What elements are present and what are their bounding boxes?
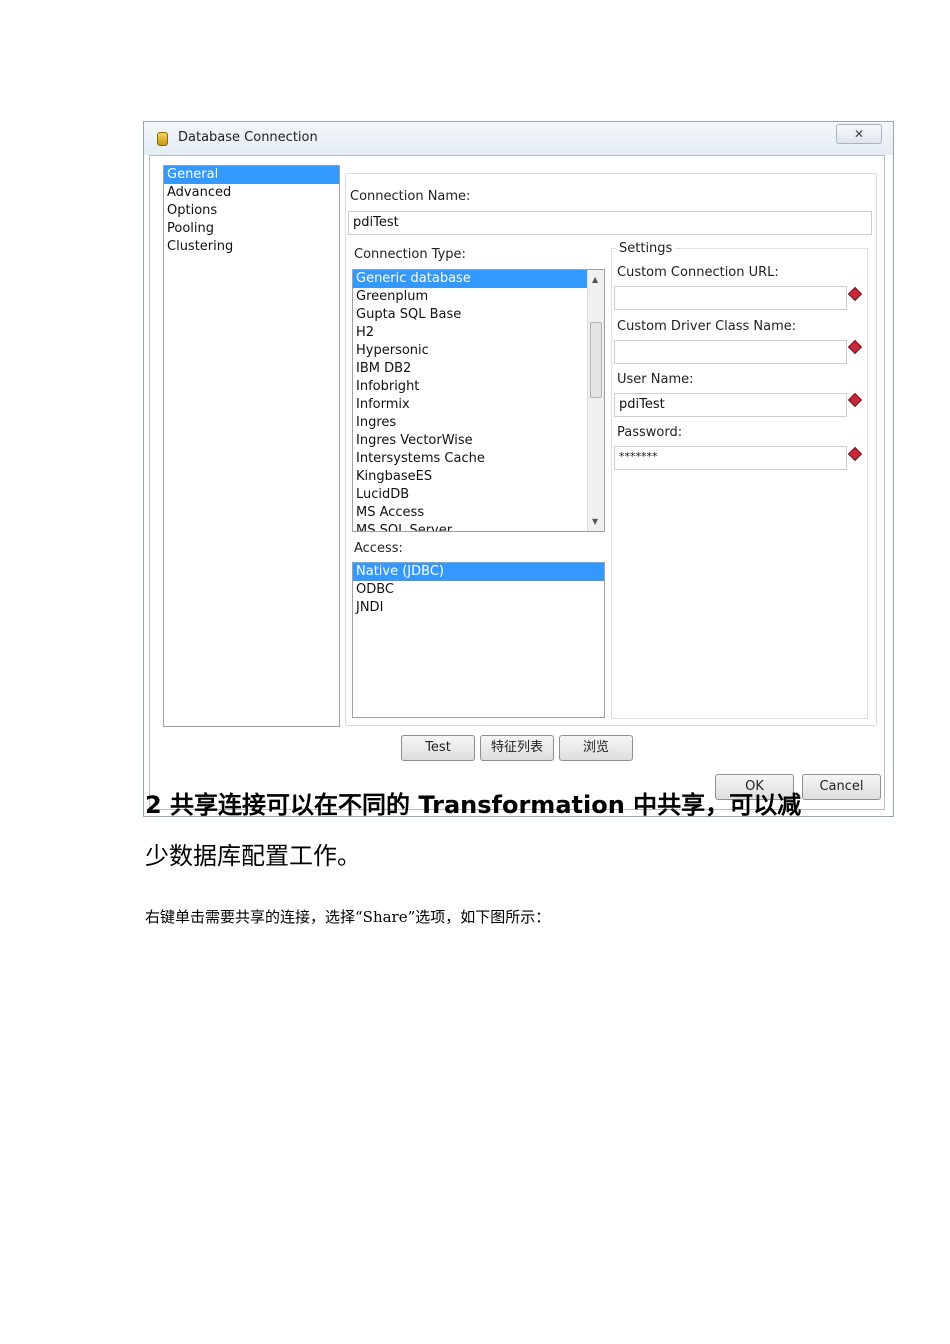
access-type-item[interactable]: Native (JDBC) <box>353 563 604 581</box>
category-item[interactable]: Advanced <box>164 184 339 202</box>
category-list[interactable]: General Advanced Options Pooling Clustering <box>163 165 340 727</box>
access-type-item[interactable]: ODBC <box>353 581 604 599</box>
section-heading-line1: 2 共享连接可以在不同的 Transformation 中共享，可以减 <box>145 791 802 819</box>
connection-type-item[interactable]: H2 <box>353 324 587 342</box>
category-item[interactable]: Options <box>164 202 339 220</box>
cancel-button[interactable]: Cancel <box>802 774 881 800</box>
connection-type-item[interactable]: Greenplum <box>353 288 587 306</box>
connection-type-item[interactable]: IBM DB2 <box>353 360 587 378</box>
settings-group-label: Settings <box>616 241 676 256</box>
database-icon <box>157 132 168 146</box>
connection-type-item[interactable]: KingbaseES <box>353 468 587 486</box>
custom-driver-input[interactable] <box>614 340 847 364</box>
category-item[interactable]: Pooling <box>164 220 339 238</box>
connection-type-item[interactable]: Hypersonic <box>353 342 587 360</box>
feature-list-button[interactable]: 特征列表 <box>480 735 554 761</box>
password-label: Password: <box>617 425 683 440</box>
connection-type-item[interactable]: Generic database <box>353 270 587 288</box>
scroll-thumb[interactable] <box>590 322 602 398</box>
user-name-input[interactable]: pdiTest <box>614 393 847 417</box>
instruction-paragraph: 右键单击需要共享的连接，选择“Share”选项，如下图所示： <box>145 908 551 926</box>
scroll-down-icon[interactable]: ▼ <box>592 517 598 526</box>
test-button[interactable]: Test <box>401 735 475 761</box>
connection-type-item[interactable]: Gupta SQL Base <box>353 306 587 324</box>
connection-type-item[interactable]: MS SQL Server <box>353 522 587 531</box>
connection-type-item[interactable]: Infobright <box>353 378 587 396</box>
custom-url-input[interactable] <box>614 286 847 310</box>
database-connection-dialog: Database Connection ✕ General Advanced Opt… <box>143 121 894 817</box>
category-item[interactable]: General <box>164 166 339 184</box>
user-name-label: User Name: <box>617 372 694 387</box>
dialog-title: Database Connection <box>178 130 318 145</box>
connection-type-item[interactable]: LucidDB <box>353 486 587 504</box>
dialog-body: General Advanced Options Pooling Clustering … <box>149 155 885 810</box>
section-heading-line2: 少数据库配置工作。 <box>145 842 361 870</box>
close-button[interactable]: ✕ <box>836 124 882 144</box>
custom-url-label: Custom Connection URL: <box>617 265 779 280</box>
connection-type-item[interactable]: MS Access <box>353 504 587 522</box>
connection-type-item[interactable]: Ingres <box>353 414 587 432</box>
access-type-item[interactable]: JNDI <box>353 599 604 617</box>
browse-button[interactable]: 浏览 <box>559 735 633 761</box>
close-icon: ✕ <box>853 127 865 141</box>
connection-type-scrollbar[interactable]: ▲ ▼ <box>587 270 604 531</box>
scroll-up-icon[interactable]: ▲ <box>592 275 598 284</box>
connection-name-input[interactable]: pdiTest <box>348 211 872 235</box>
category-item[interactable]: Clustering <box>164 238 339 256</box>
dialog-titlebar: Database Connection ✕ <box>144 122 893 155</box>
password-input[interactable]: ******* <box>614 446 847 470</box>
connection-type-item[interactable]: Informix <box>353 396 587 414</box>
custom-driver-label: Custom Driver Class Name: <box>617 319 797 334</box>
connection-type-item[interactable]: Intersystems Cache <box>353 450 587 468</box>
access-label: Access: <box>354 541 403 556</box>
connection-type-list[interactable]: Generic database Greenplum Gupta SQL Base H… <box>352 269 605 532</box>
access-list[interactable]: Native (JDBC) ODBC JNDI <box>352 562 605 718</box>
connection-type-item[interactable]: Ingres VectorWise <box>353 432 587 450</box>
connection-type-label: Connection Type: <box>354 247 466 262</box>
connection-name-label: Connection Name: <box>350 189 471 204</box>
